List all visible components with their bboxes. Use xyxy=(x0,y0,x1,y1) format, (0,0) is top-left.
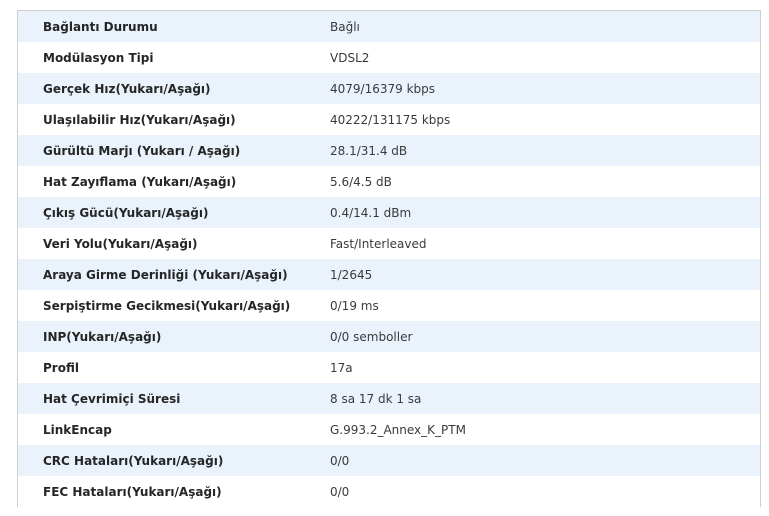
table-row: Serpiştirme Gecikmesi(Yukarı/Aşağı) 0/19… xyxy=(18,290,760,321)
row-label: LinkEncap xyxy=(43,422,112,437)
row-value: Bağlı xyxy=(330,19,360,34)
row-value: 8 sa 17 dk 1 sa xyxy=(330,391,422,406)
row-label: Bağlantı Durumu xyxy=(43,19,158,34)
row-value: 1/2645 xyxy=(330,267,373,282)
row-value: 0.4/14.1 dBm xyxy=(330,205,412,220)
table-row: Gürültü Marjı (Yukarı / Aşağı) 28.1/31.4… xyxy=(18,135,760,166)
row-label: Gürültü Marjı (Yukarı / Aşağı) xyxy=(43,143,241,158)
table-row: Araya Girme Derinliği (Yukarı/Aşağı) 1/2… xyxy=(18,259,760,290)
table-row: CRC Hataları(Yukarı/Aşağı) 0/0 xyxy=(18,445,760,476)
table-row: Modülasyon Tipi VDSL2 xyxy=(18,42,760,73)
row-label: Araya Girme Derinliği (Yukarı/Aşağı) xyxy=(43,267,288,282)
table-row: Profil 17a xyxy=(18,352,760,383)
table-row: INP(Yukarı/Aşağı) 0/0 semboller xyxy=(18,321,760,352)
row-label: CRC Hataları(Yukarı/Aşağı) xyxy=(43,453,224,468)
row-label: Hat Çevrimiçi Süresi xyxy=(43,391,181,406)
row-label: Çıkış Gücü(Yukarı/Aşağı) xyxy=(43,205,209,220)
row-value: 28.1/31.4 dB xyxy=(330,143,408,158)
table-row: Ulaşılabilir Hız(Yukarı/Aşağı) 40222/131… xyxy=(18,104,760,135)
row-label: Ulaşılabilir Hız(Yukarı/Aşağı) xyxy=(43,112,236,127)
table-row: Çıkış Gücü(Yukarı/Aşağı) 0.4/14.1 dBm xyxy=(18,197,760,228)
row-label: INP(Yukarı/Aşağı) xyxy=(43,329,162,344)
row-label: Hat Zayıflama (Yukarı/Aşağı) xyxy=(43,174,237,189)
row-label: Veri Yolu(Yukarı/Aşağı) xyxy=(43,236,198,251)
row-value: 0/0 semboller xyxy=(330,329,413,344)
row-value: VDSL2 xyxy=(330,50,370,65)
row-label: Modülasyon Tipi xyxy=(43,50,154,65)
row-value: G.993.2_Annex_K_PTM xyxy=(330,422,466,437)
row-label: Profil xyxy=(43,360,79,375)
row-value: 0/0 xyxy=(330,484,350,499)
row-value: Fast/Interleaved xyxy=(330,236,427,251)
row-label: Gerçek Hız(Yukarı/Aşağı) xyxy=(43,81,211,96)
table-row: Veri Yolu(Yukarı/Aşağı) Fast/Interleaved xyxy=(18,228,760,259)
row-value: 0/19 ms xyxy=(330,298,379,313)
row-value: 40222/131175 kbps xyxy=(330,112,451,127)
row-value: 0/0 xyxy=(330,453,350,468)
row-value: 4079/16379 kbps xyxy=(330,81,436,96)
row-value: 17a xyxy=(330,360,353,375)
table-row: LinkEncap G.993.2_Annex_K_PTM xyxy=(18,414,760,445)
row-value: 5.6/4.5 dB xyxy=(330,174,392,189)
row-label: Serpiştirme Gecikmesi(Yukarı/Aşağı) xyxy=(43,298,291,313)
table-row: FEC Hataları(Yukarı/Aşağı) 0/0 xyxy=(18,476,760,507)
dsl-status-table: Bağlantı Durumu Bağlı Modülasyon Tipi VD… xyxy=(18,11,760,507)
table-row: Gerçek Hız(Yukarı/Aşağı) 4079/16379 kbps xyxy=(18,73,760,104)
row-label: FEC Hataları(Yukarı/Aşağı) xyxy=(43,484,222,499)
table-row: Bağlantı Durumu Bağlı xyxy=(18,11,760,42)
dsl-status-panel: Bağlantı Durumu Bağlı Modülasyon Tipi VD… xyxy=(17,10,761,507)
table-row: Hat Zayıflama (Yukarı/Aşağı) 5.6/4.5 dB xyxy=(18,166,760,197)
table-row: Hat Çevrimiçi Süresi 8 sa 17 dk 1 sa xyxy=(18,383,760,414)
